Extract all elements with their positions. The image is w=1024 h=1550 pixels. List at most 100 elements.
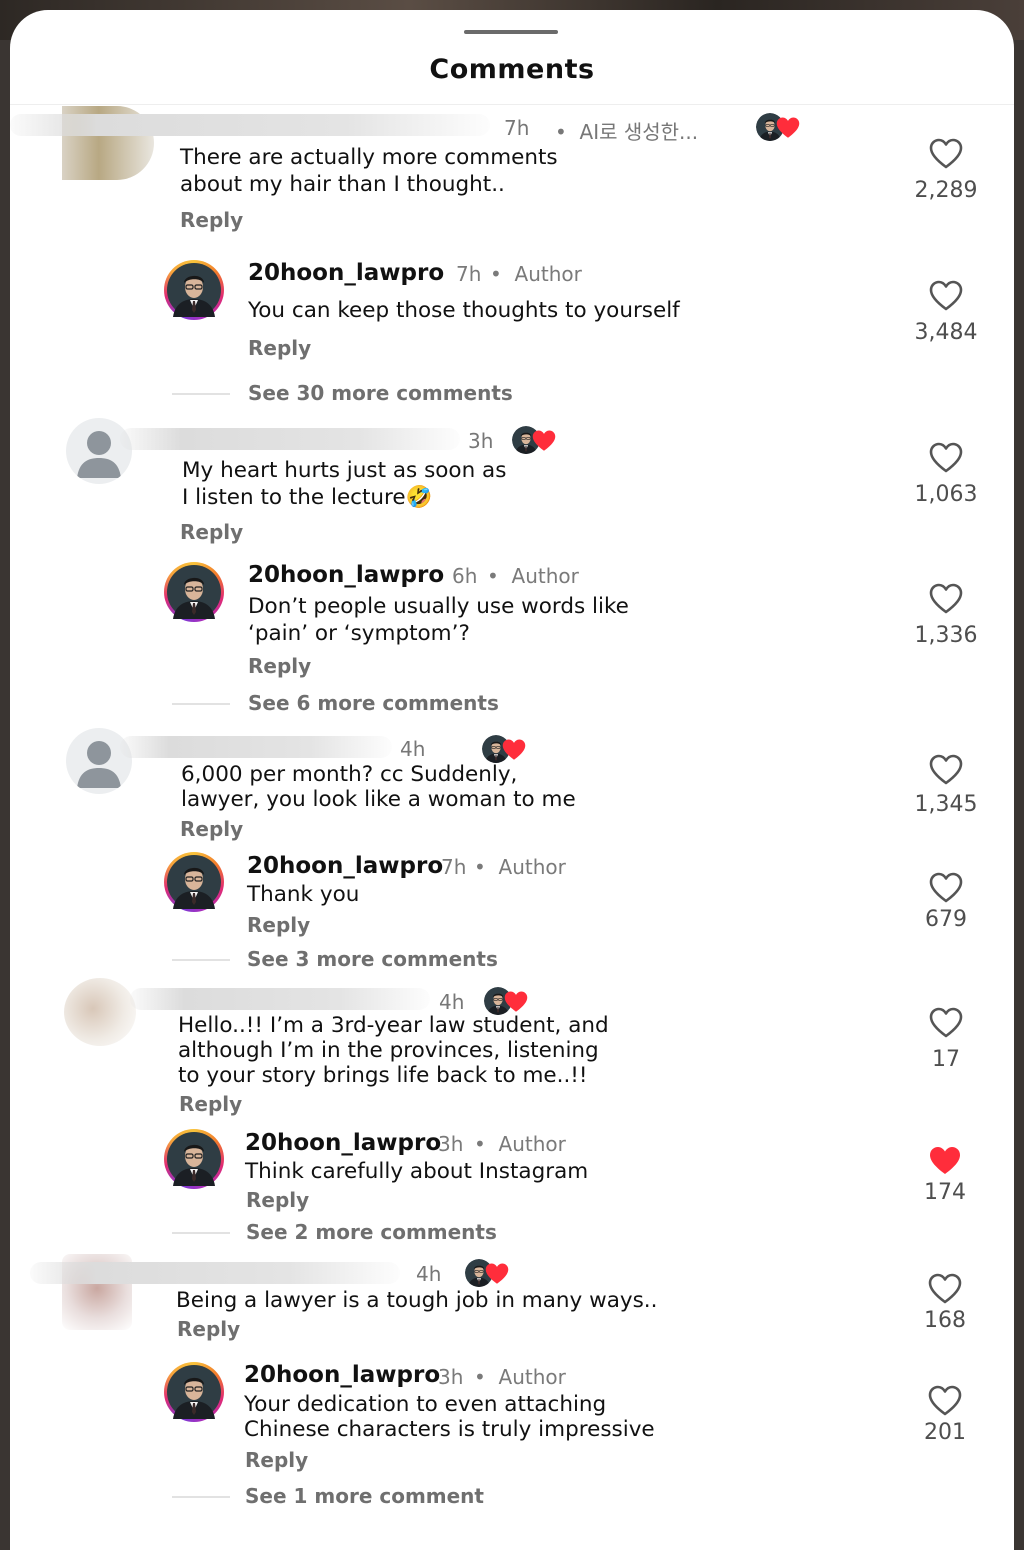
author-badge: • Author [487, 564, 579, 588]
author-time: 6h [452, 564, 478, 588]
like-count: 174 [924, 1180, 966, 1205]
comment-text: 6,000 per month? cc Suddenly, lawyer, yo… [181, 762, 576, 812]
author-time: 7h [441, 855, 467, 879]
comment-username-blurred[interactable] [10, 114, 490, 136]
author-reply-text: Your dedication to even attaching Chines… [244, 1392, 655, 1442]
header-divider [10, 104, 1014, 105]
author-avatar-image [167, 1365, 221, 1419]
reply-button[interactable]: Reply [180, 208, 243, 232]
reply-button[interactable]: Reply [246, 1188, 309, 1212]
reply-button[interactable]: Reply [179, 1092, 242, 1116]
reply-button[interactable]: Reply [247, 913, 310, 937]
see-more-line [172, 703, 230, 705]
creator-liked-icon [482, 735, 540, 763]
reply-button[interactable]: Reply [248, 654, 311, 678]
like-count: 1,336 [914, 623, 978, 648]
see-more-comments[interactable]: See 1 more comment [245, 1484, 484, 1508]
author-avatar[interactable] [164, 852, 224, 912]
author-time: 7h [456, 262, 482, 286]
author-username[interactable]: 20hoon_lawpro [248, 260, 444, 286]
see-more-line [172, 1232, 230, 1234]
author-badge: • Author [474, 855, 566, 879]
author-avatar[interactable] [164, 260, 224, 320]
comment-username-blurred[interactable] [120, 428, 460, 450]
comment-username-blurred[interactable] [130, 988, 430, 1010]
author-avatar-image [167, 1132, 221, 1186]
like-heart-icon[interactable] [929, 442, 963, 474]
comment-time: 7h [504, 116, 530, 140]
like-heart-icon[interactable] [929, 1007, 963, 1039]
like-heart-icon[interactable] [929, 754, 963, 786]
author-reply-text: Thank you [247, 882, 360, 907]
comment-username-blurred[interactable] [120, 736, 392, 758]
comment-avatar[interactable] [66, 728, 132, 794]
ai-label[interactable]: • AI로 생성한... [555, 116, 698, 145]
ai-label-text: AI로 생성한... [579, 120, 699, 144]
author-reply-text: Don’t people usually use words like ‘pai… [248, 594, 629, 646]
comment-text: There are actually more comments about m… [180, 145, 558, 197]
author-badge-text: Author [498, 1132, 566, 1156]
author-username[interactable]: 20hoon_lawpro [245, 1130, 441, 1156]
see-more-line [172, 959, 230, 961]
mini-heart [485, 1263, 509, 1284]
author-badge: • Author [474, 1365, 566, 1389]
comment-text: My heart hurts just as soon as I listen … [182, 458, 507, 510]
author-avatar[interactable] [164, 562, 224, 622]
see-more-comments[interactable]: See 30 more comments [248, 381, 513, 405]
comment-username-blurred[interactable] [30, 1262, 400, 1284]
like-heart-icon[interactable] [928, 1385, 962, 1417]
comment-avatar[interactable] [64, 978, 136, 1046]
sheet-title: Comments [429, 54, 595, 85]
creator-liked-icon [756, 113, 814, 141]
author-badge-text: Author [498, 1365, 566, 1389]
reply-button[interactable]: Reply [180, 817, 243, 841]
creator-liked-icon [465, 1259, 523, 1287]
author-avatar[interactable] [164, 1129, 224, 1189]
like-count: 1,063 [914, 482, 978, 507]
like-count: 3,484 [914, 320, 978, 345]
reply-button[interactable]: Reply [245, 1448, 308, 1472]
author-username[interactable]: 20hoon_lawpro [248, 562, 444, 588]
like-heart-icon[interactable] [928, 1273, 962, 1305]
see-more-comments[interactable]: See 2 more comments [246, 1220, 497, 1244]
author-avatar-image [167, 855, 221, 909]
author-time: 3h [438, 1132, 464, 1156]
author-avatar[interactable] [164, 1362, 224, 1422]
drag-handle[interactable] [464, 30, 558, 34]
heart-filled-icon[interactable] [928, 1145, 962, 1177]
author-reply-text: Think carefully about Instagram [245, 1159, 589, 1184]
see-more-line [172, 1496, 230, 1498]
author-time: 3h [438, 1365, 464, 1389]
comment-avatar[interactable] [66, 418, 132, 484]
like-count: 168 [924, 1308, 966, 1333]
reply-button[interactable]: Reply [248, 336, 311, 360]
like-count: 1,345 [914, 792, 978, 817]
like-count: 17 [932, 1047, 960, 1072]
like-heart-icon[interactable] [929, 138, 963, 170]
comment-time: 3h [468, 429, 494, 453]
creator-liked-icon [512, 426, 570, 454]
author-badge: • Author [474, 1132, 566, 1156]
creator-liked-icon [484, 987, 542, 1015]
see-more-line [172, 393, 230, 395]
comment-time: 4h [400, 737, 426, 761]
like-count: 2,289 [914, 178, 978, 203]
author-username[interactable]: 20hoon_lawpro [247, 853, 443, 879]
mini-heart [502, 739, 526, 760]
like-heart-icon[interactable] [929, 280, 963, 312]
author-reply-text: You can keep those thoughts to yourself [248, 298, 680, 323]
author-badge-text: Author [514, 262, 582, 286]
author-username[interactable]: 20hoon_lawpro [244, 1362, 440, 1388]
mini-heart [776, 117, 800, 138]
like-heart-icon[interactable] [929, 872, 963, 904]
see-more-comments[interactable]: See 3 more comments [247, 947, 498, 971]
see-more-comments[interactable]: See 6 more comments [248, 691, 499, 715]
reply-button[interactable]: Reply [180, 520, 243, 544]
like-count: 679 [925, 907, 967, 932]
reply-button[interactable]: Reply [177, 1317, 240, 1341]
like-heart-icon[interactable] [929, 583, 963, 615]
mini-heart [532, 430, 556, 451]
default-user-icon [77, 741, 121, 788]
comment-text: Being a lawyer is a tough job in many wa… [176, 1288, 658, 1313]
comments-sheet: Comments 7h • AI로 생성한... There are actua… [10, 10, 1014, 1550]
